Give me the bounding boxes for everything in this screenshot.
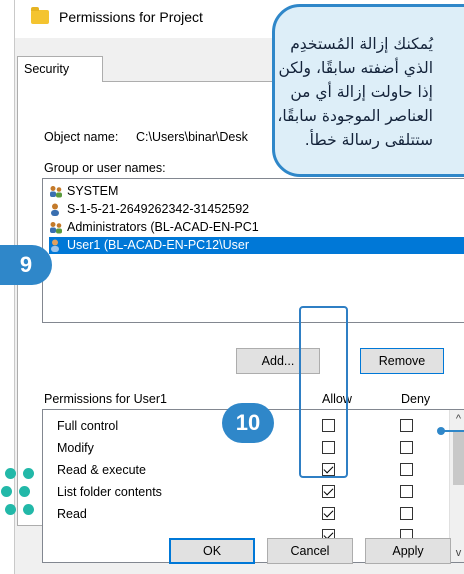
- scroll-up-arrow-icon[interactable]: ^: [452, 412, 464, 426]
- user-list-item-label: SYSTEM: [67, 184, 119, 198]
- deny-checkbox[interactable]: [400, 463, 413, 476]
- folder-icon: [31, 7, 49, 24]
- tab-security[interactable]: Security: [17, 56, 103, 82]
- permission-row-list-folder-contents: List folder contents: [43, 482, 464, 503]
- object-name-value: C:\Users\binar\Desk: [136, 130, 248, 144]
- scroll-down-arrow-icon[interactable]: v: [452, 546, 464, 560]
- user-list-item-user1[interactable]: User1 (BL-ACAD-EN-PC12\User: [49, 237, 464, 254]
- explanation-callout: يُمكنك إزالة المُستخدِم الذي أضفته سابقً…: [272, 4, 464, 177]
- deny-checkbox[interactable]: [400, 441, 413, 454]
- user-icon: [51, 239, 59, 252]
- permissions-for-label: Permissions for User1: [44, 392, 167, 406]
- user-list-item-label: S-1-5-21-2649262342-31452592: [67, 202, 250, 216]
- user-list-item-administrators[interactable]: Administrators (BL-ACAD-EN-PC1: [49, 219, 464, 236]
- deny-checkbox[interactable]: [400, 419, 413, 432]
- permission-name: List folder contents: [57, 485, 162, 499]
- permission-name: Full control: [57, 419, 119, 433]
- user-list-item-label: User1 (BL-ACAD-EN-PC12\User: [67, 238, 249, 252]
- decorative-dots-logo: [1, 468, 41, 528]
- remove-pointer-line: [442, 430, 464, 432]
- remove-button[interactable]: Remove: [360, 348, 444, 374]
- step-9-badge: 9: [0, 245, 52, 285]
- permission-row-read-execute: Read & execute: [43, 460, 464, 481]
- permissions-scrollbar[interactable]: ^ v: [449, 410, 464, 562]
- permission-name: Read & execute: [57, 463, 146, 477]
- user-group-icon: [50, 222, 62, 234]
- cancel-button[interactable]: Cancel: [267, 538, 353, 564]
- deny-checkbox[interactable]: [400, 485, 413, 498]
- callout-text: يُمكنك إزالة المُستخدِم الذي أضفته سابقً…: [277, 35, 433, 149]
- step-10-badge: 10: [222, 403, 274, 443]
- permission-row-read: Read: [43, 504, 464, 525]
- user-group-icon: [50, 186, 62, 198]
- group-or-user-names-label: Group or user names:: [44, 161, 166, 175]
- remove-pointer-dot: [437, 427, 445, 435]
- user-list-item-system[interactable]: SYSTEM: [49, 183, 464, 200]
- allow-checkbox[interactable]: [322, 507, 335, 520]
- ok-button[interactable]: OK: [169, 538, 255, 564]
- apply-button[interactable]: Apply: [365, 538, 451, 564]
- tab-security-label: Security: [24, 62, 70, 76]
- deny-checkbox[interactable]: [400, 507, 413, 520]
- permission-name: Read: [57, 507, 87, 521]
- object-name-label: Object name:: [44, 130, 119, 144]
- scrollbar-thumb[interactable]: [453, 430, 464, 485]
- user-icon: [51, 203, 59, 216]
- permission-name: Modify: [57, 441, 94, 455]
- deny-column-header: Deny: [401, 392, 431, 406]
- allow-column-highlight: [299, 306, 348, 478]
- user-list[interactable]: SYSTEM S-1-5-21-2649262342-31452592 Admi…: [42, 178, 464, 323]
- user-list-item-label: Administrators (BL-ACAD-EN-PC1: [67, 220, 259, 234]
- window-title: Permissions for Project: [59, 9, 203, 25]
- user-list-item-sid[interactable]: S-1-5-21-2649262342-31452592: [49, 201, 464, 218]
- allow-checkbox[interactable]: [322, 485, 335, 498]
